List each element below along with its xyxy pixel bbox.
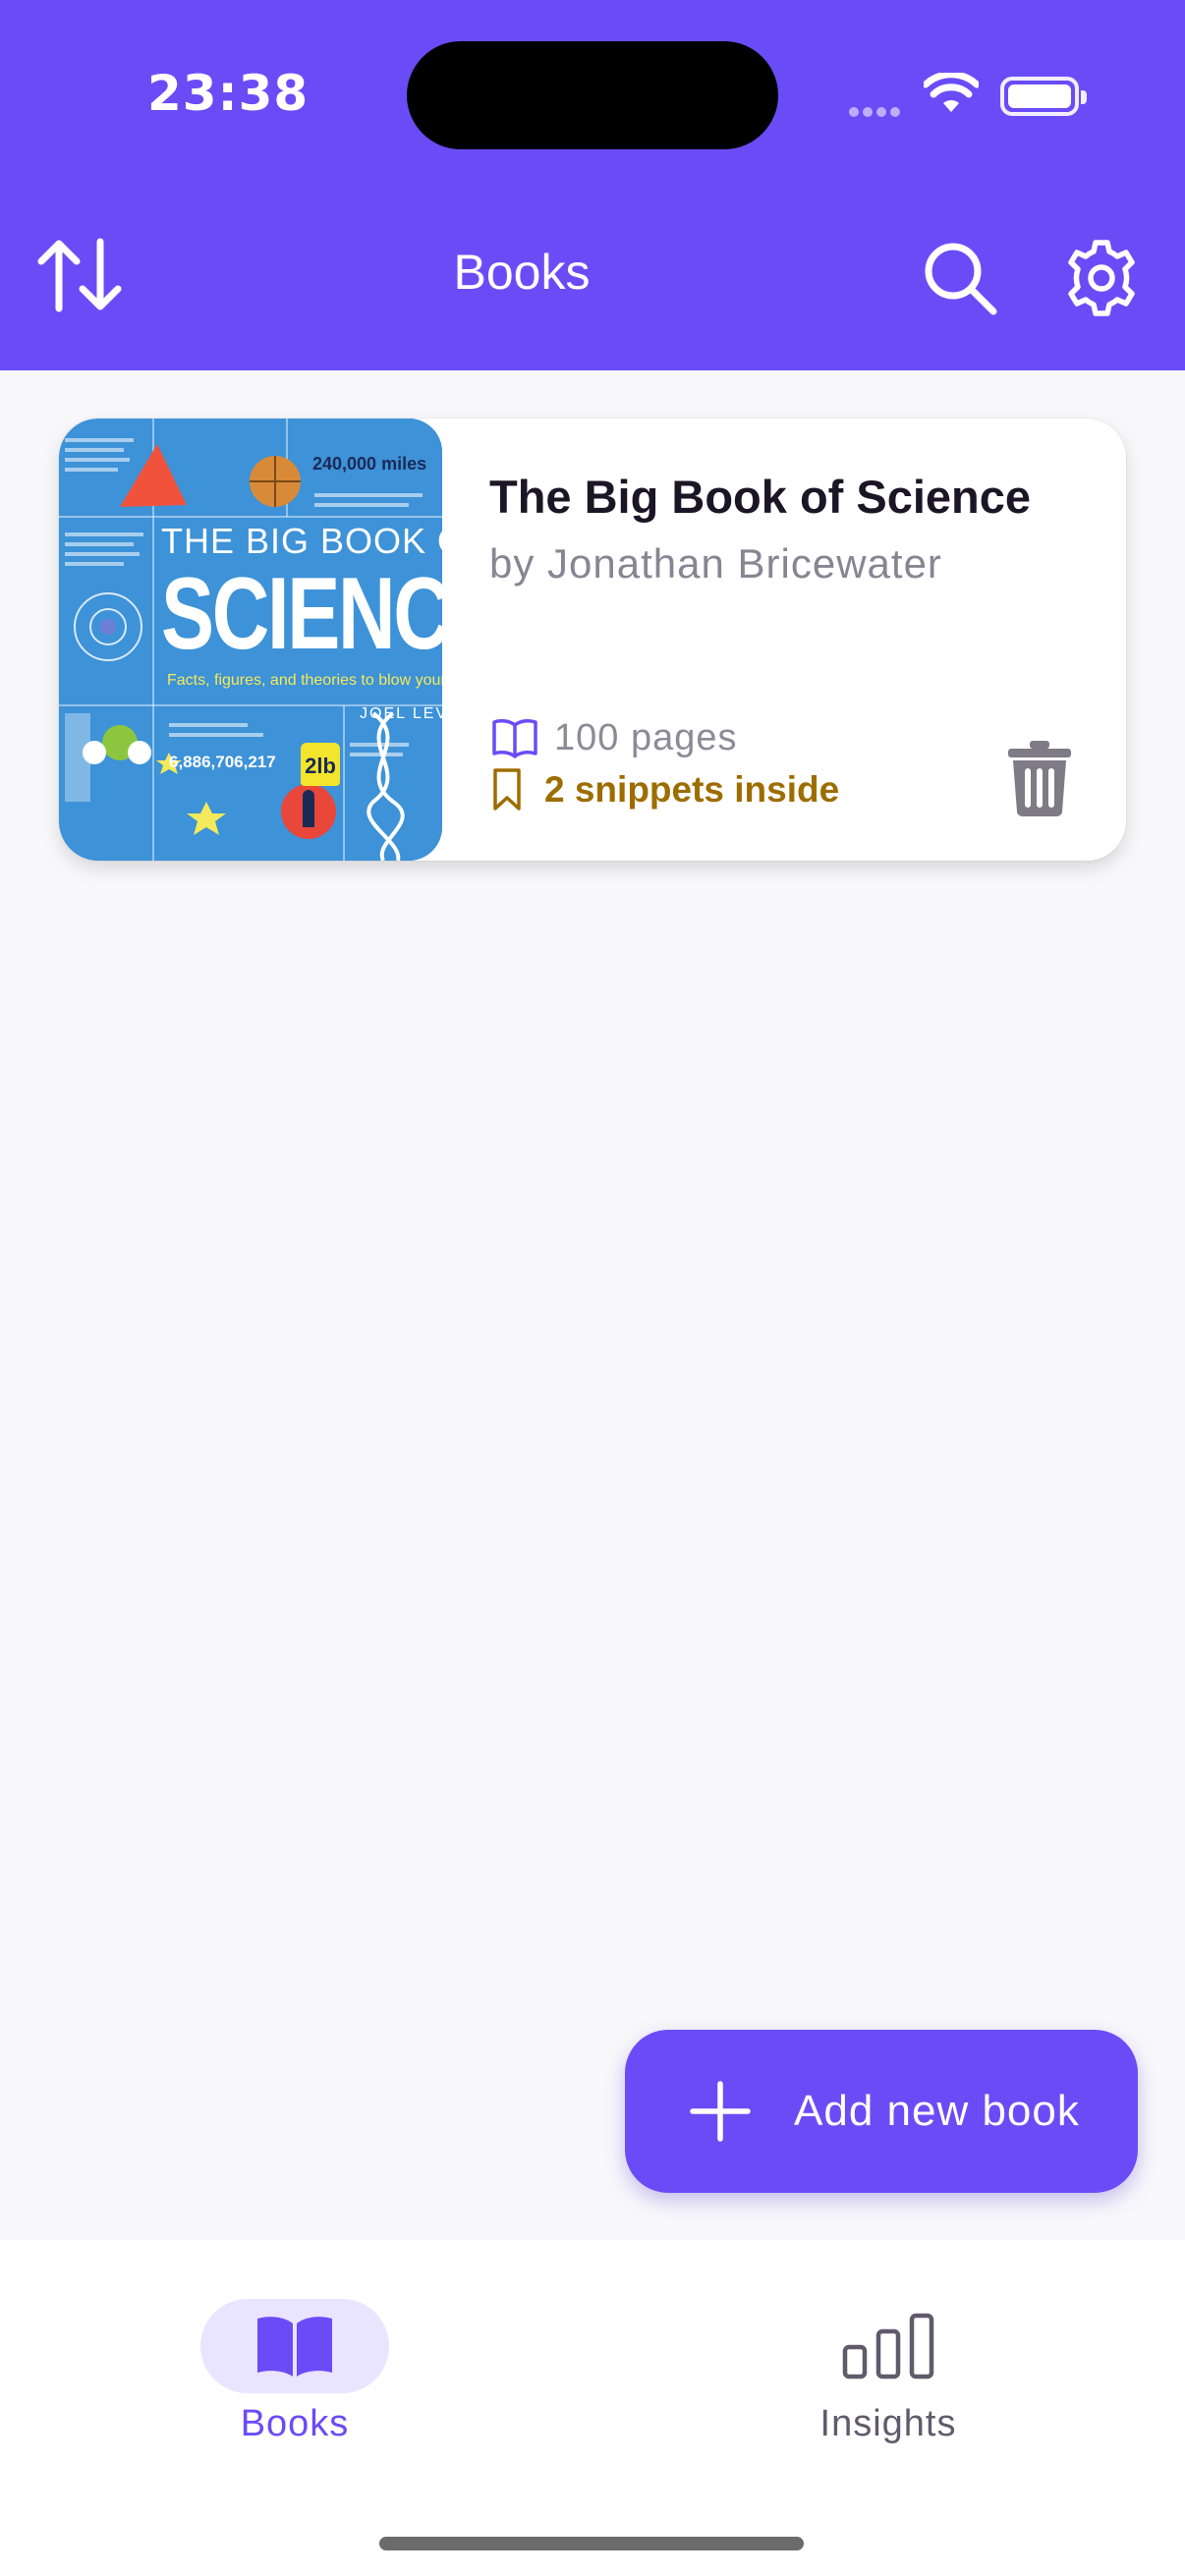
battery-icon [1000,77,1087,116]
bookmark-icon [493,768,521,811]
add-book-label: Add new book [794,2087,1080,2135]
tab-books-indicator [200,2299,389,2393]
snippets-row: 2 snippets inside [491,764,839,815]
tab-insights[interactable]: Insights [741,2299,1036,2445]
pages-row: 100 pages [491,713,738,762]
add-book-button[interactable]: Add new book [625,2030,1138,2193]
cover-miles: 240,000 miles [312,454,427,474]
book-title: The Big Book of Science [489,471,1032,523]
top-app-bar: 23:38 Books [0,0,1185,370]
status-time: 23:38 [147,65,310,122]
tab-insights-label: Insights [819,2403,957,2444]
bar-chart-icon [842,2313,934,2380]
cover-tagline: Facts, figures, and theories to blow you… [167,672,442,689]
page-count: 100 pages [554,716,738,758]
search-icon[interactable] [922,240,1000,318]
book-cover: THE BIG BOOK OF SCIENCE Facts, figures, … [59,419,442,861]
home-indicator [379,2537,804,2550]
cover-number: 6,886,706,217 [169,753,276,771]
gear-icon[interactable] [1061,238,1142,318]
book-icon [257,2317,332,2377]
open-book-icon [492,719,537,758]
trash-icon[interactable] [1006,739,1073,817]
cover-author: JOEL LEVY [360,705,442,722]
bottom-tab-bar: Books Insights [0,2240,1185,2576]
book-author: by Jonathan Bricewater [489,540,942,587]
cover-title-main: SCIENCE [161,557,442,671]
tab-books-label: Books [240,2403,350,2444]
snippet-count: 2 snippets inside [544,769,840,810]
cover-weight: 2lb [301,743,340,786]
tab-books[interactable]: Books [147,2299,442,2445]
dynamic-island [407,41,778,149]
plus-icon [690,2081,751,2142]
cellular-signal-icon [849,102,904,121]
book-card[interactable]: THE BIG BOOK OF SCIENCE Facts, figures, … [59,419,1126,861]
wifi-icon [924,73,979,112]
page-title: Books [453,245,591,300]
